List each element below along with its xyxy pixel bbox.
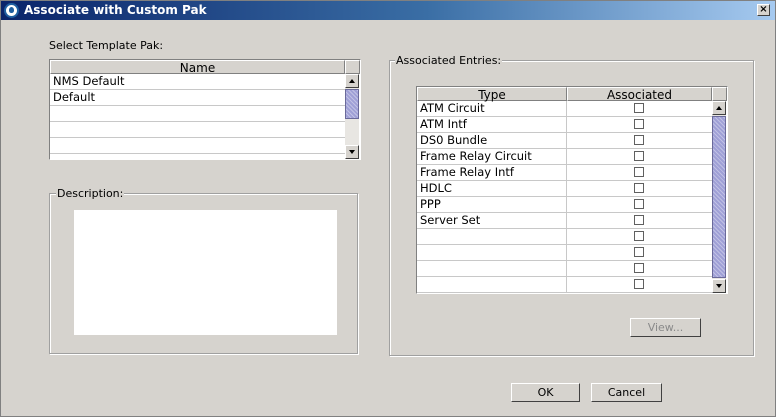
type-cell: HDLC — [417, 181, 567, 197]
associated-checkbox[interactable] — [634, 215, 644, 225]
associated-column-header[interactable]: Associated — [567, 87, 712, 102]
associated-cell — [567, 213, 712, 229]
title-bar[interactable]: Associate with Custom Pak × — [1, 1, 775, 20]
table-row[interactable] — [50, 106, 345, 122]
table-row[interactable]: NMS Default — [50, 74, 345, 90]
associated-checkbox[interactable] — [634, 183, 644, 193]
associated-checkbox[interactable] — [634, 151, 644, 161]
associated-cell — [567, 277, 712, 293]
type-cell — [417, 229, 567, 245]
associated-checkbox[interactable] — [634, 103, 644, 113]
table-row[interactable] — [417, 229, 712, 245]
associated-cell — [567, 101, 712, 117]
app-logo-icon — [4, 3, 19, 18]
scroll-thumb[interactable] — [345, 89, 359, 119]
table-corner — [712, 87, 727, 101]
view-button[interactable]: View... — [630, 318, 701, 337]
associated-entries-scrollbar[interactable] — [712, 101, 726, 293]
table-row[interactable]: ATM Circuit — [417, 101, 712, 117]
associated-checkbox[interactable] — [634, 247, 644, 257]
dialog-window: Associate with Custom Pak × Select Templ… — [0, 0, 776, 417]
table-row[interactable] — [50, 138, 345, 154]
type-cell: Frame Relay Intf — [417, 165, 567, 181]
associated-cell — [567, 229, 712, 245]
close-button[interactable]: × — [757, 4, 770, 16]
table-row[interactable]: ATM Intf — [417, 117, 712, 133]
associated-cell — [567, 261, 712, 277]
window-title: Associate with Custom Pak — [24, 3, 207, 17]
name-cell — [50, 138, 345, 154]
name-cell: Default — [53, 90, 96, 104]
type-cell: Server Set — [417, 213, 567, 229]
table-row[interactable]: Frame Relay Intf — [417, 165, 712, 181]
table-row[interactable]: Frame Relay Circuit — [417, 149, 712, 165]
associated-checkbox[interactable] — [634, 167, 644, 177]
table-row[interactable]: HDLC — [417, 181, 712, 197]
scroll-down-button[interactable] — [345, 145, 359, 159]
name-cell: NMS Default — [53, 74, 125, 88]
table-row[interactable]: DS0 Bundle — [417, 133, 712, 149]
associated-cell — [567, 133, 712, 149]
name-cell — [50, 122, 345, 138]
type-cell: PPP — [417, 197, 567, 213]
template-pak-label: Select Template Pak: — [49, 39, 164, 52]
associated-checkbox[interactable] — [634, 119, 644, 129]
scroll-down-button[interactable] — [712, 279, 726, 293]
type-cell: ATM Circuit — [417, 101, 567, 117]
name-cell — [50, 154, 345, 159]
associated-cell — [567, 165, 712, 181]
type-cell — [417, 277, 567, 293]
scroll-thumb[interactable] — [712, 116, 726, 278]
table-corner — [345, 60, 360, 74]
arrow-up-icon — [349, 79, 355, 83]
name-cell — [50, 106, 345, 122]
table-row[interactable]: PPP — [417, 197, 712, 213]
description-textarea[interactable] — [74, 210, 337, 335]
associated-checkbox[interactable] — [634, 231, 644, 241]
associated-checkbox[interactable] — [634, 279, 644, 289]
table-row[interactable] — [417, 245, 712, 261]
associated-cell — [567, 181, 712, 197]
scroll-up-button[interactable] — [345, 74, 359, 88]
arrow-up-icon — [716, 106, 722, 110]
arrow-down-icon — [716, 284, 722, 288]
type-cell — [417, 261, 567, 277]
associated-entries-table[interactable]: Type Associated ATM Circuit ATM Intf DS0 B… — [416, 86, 728, 294]
associated-cell — [567, 117, 712, 133]
arrow-down-icon — [349, 150, 355, 154]
associated-cell — [567, 197, 712, 213]
ok-button[interactable]: OK — [511, 383, 580, 402]
associated-checkbox[interactable] — [634, 199, 644, 209]
table-row[interactable]: Default — [50, 90, 345, 106]
table-row[interactable] — [417, 261, 712, 277]
scroll-up-button[interactable] — [712, 101, 726, 115]
template-pak-table[interactable]: Name NMS Default Default — [49, 59, 361, 160]
name-column-header[interactable]: Name — [50, 60, 345, 75]
associated-checkbox[interactable] — [634, 263, 644, 273]
type-cell: ATM Intf — [417, 117, 567, 133]
associated-cell — [567, 149, 712, 165]
description-label: Description: — [56, 187, 125, 200]
cancel-button[interactable]: Cancel — [591, 383, 662, 402]
table-row[interactable]: Server Set — [417, 213, 712, 229]
type-cell: Frame Relay Circuit — [417, 149, 567, 165]
type-column-header[interactable]: Type — [417, 87, 567, 102]
table-row[interactable] — [50, 154, 345, 159]
template-pak-scrollbar[interactable] — [345, 74, 359, 159]
associated-entries-label: Associated Entries: — [395, 54, 503, 67]
table-row[interactable] — [50, 122, 345, 138]
associated-cell — [567, 245, 712, 261]
associated-checkbox[interactable] — [634, 135, 644, 145]
type-cell: DS0 Bundle — [417, 133, 567, 149]
type-cell — [417, 245, 567, 261]
table-row[interactable] — [417, 277, 712, 293]
